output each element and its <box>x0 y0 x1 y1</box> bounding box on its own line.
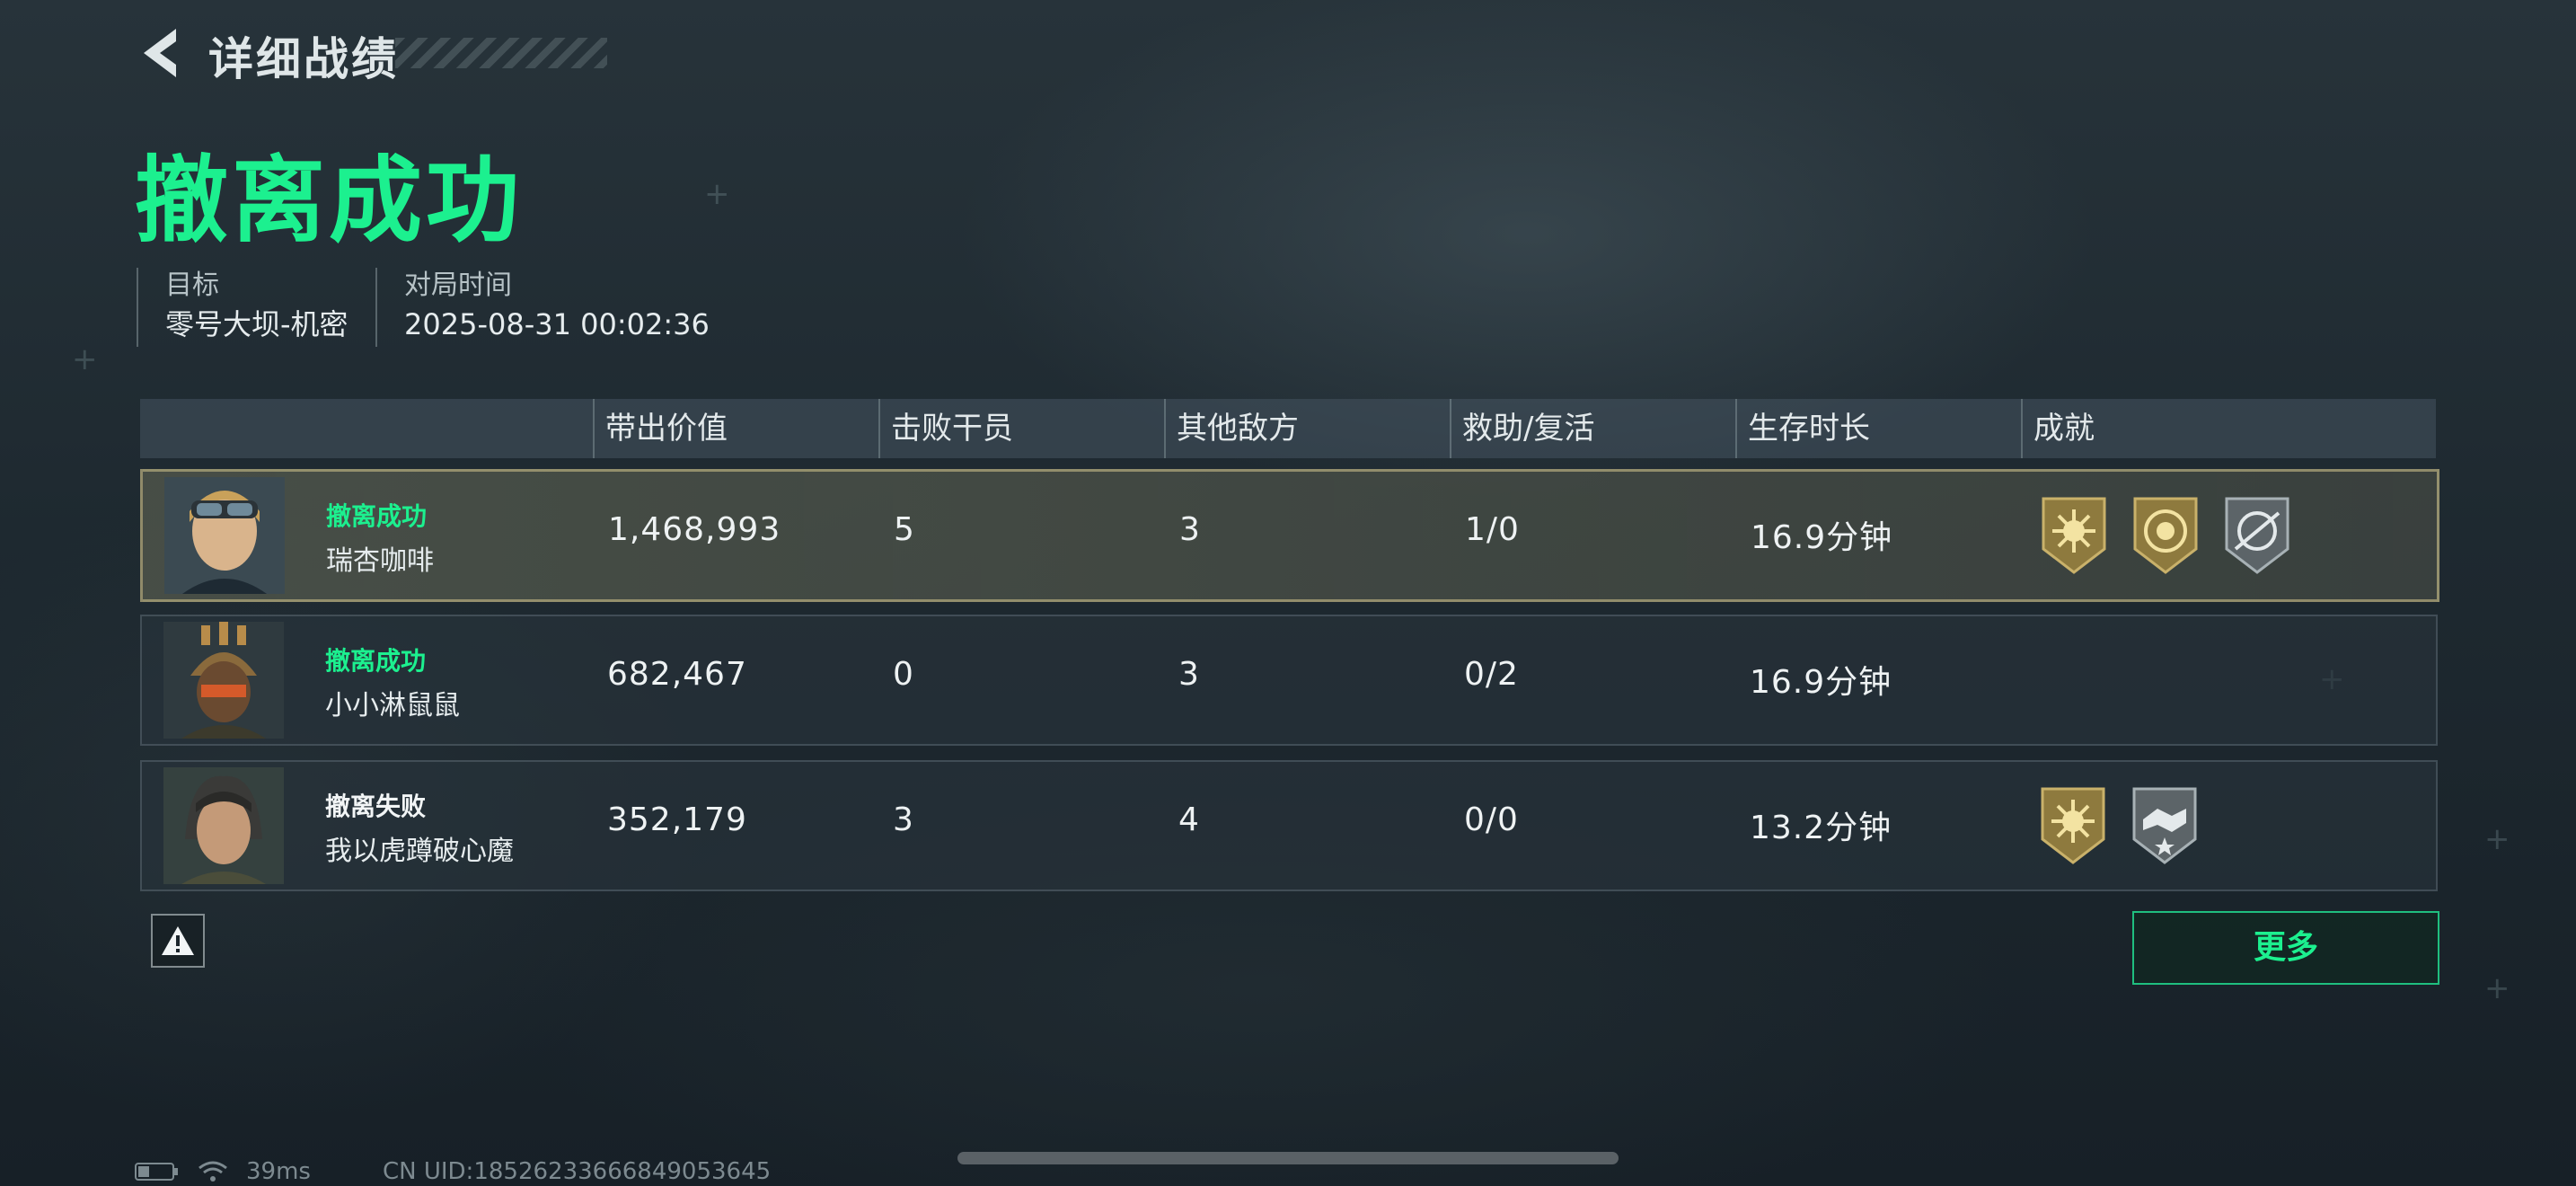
match-time-label: 对局时间 <box>404 270 512 301</box>
target-label: 目标 <box>165 270 219 301</box>
player-name: 瑞杏咖啡 <box>326 545 434 577</box>
survival-time: 16.9分钟 <box>1750 664 1892 701</box>
gold-sun-badge-icon[interactable] <box>2038 493 2110 576</box>
extracted-value: 1,468,993 <box>608 511 781 548</box>
status-bar: 39ms CN UID:1852623366684905364​5 <box>135 1157 771 1186</box>
assist-revive: 1/0 <box>1465 511 1520 548</box>
table-header: 带出价值 击败干员 其他敌方 救助/复活 生存时长 成就 <box>140 399 2436 458</box>
extraction-status: 撤离成功 <box>325 646 427 676</box>
avatar <box>164 477 285 594</box>
survival-time: 13.2分钟 <box>1750 810 1892 846</box>
crosshair-mark: + <box>704 176 730 212</box>
silver-handshake-badge-icon[interactable] <box>2129 783 2201 866</box>
more-button[interactable]: 更多 <box>2132 911 2439 985</box>
extraction-status: 撤离成功 <box>326 501 428 531</box>
kills-count: 0 <box>893 656 914 693</box>
target-value: 零号大坝-机密 <box>165 307 348 341</box>
table-row-player-1[interactable]: 撤离成功 瑞杏咖啡 1,468,993 5 3 1/0 16.9分钟 <box>140 469 2439 602</box>
crosshair-mark: + <box>2484 970 2510 1006</box>
assist-revive: 0/0 <box>1464 801 1519 838</box>
extraction-status: 撤离失败 <box>325 792 427 821</box>
match-time-value: 2025-08-31 00:02:36 <box>404 307 710 341</box>
chevron-left-icon <box>144 29 176 77</box>
achievement-badges <box>2038 493 2293 576</box>
other-enemies-count: 3 <box>1179 511 1201 548</box>
column-header-survival: 生存时长 <box>1735 399 1870 458</box>
survival-time: 16.9分钟 <box>1751 519 1893 556</box>
crosshair-mark: + <box>72 341 98 377</box>
extracted-value: 352,179 <box>607 801 747 838</box>
achievement-badges <box>2037 783 2201 866</box>
table-row-player-3[interactable]: 撤离失败 我以虎蹲破心魔 352,179 3 4 0/0 13.2分钟 <box>140 760 2438 891</box>
user-uid: CN UID:1852623366684905364​5 <box>382 1158 772 1185</box>
warning-icon <box>162 926 194 955</box>
avatar <box>163 767 284 884</box>
gold-emblem-badge-icon[interactable] <box>2130 493 2201 576</box>
wifi-icon <box>198 1161 227 1182</box>
report-button[interactable] <box>151 914 205 968</box>
extracted-value: 682,467 <box>607 656 747 693</box>
kills-count: 5 <box>894 511 915 548</box>
back-button[interactable] <box>135 25 187 81</box>
table-row-player-2[interactable]: 撤离成功 小小淋鼠鼠 682,467 0 3 0/2 16.9分钟 <box>140 615 2438 746</box>
column-header-assist: 救助/复活 <box>1450 399 1594 458</box>
result-title: 撤离成功 <box>135 146 524 255</box>
battery-icon <box>135 1163 178 1181</box>
column-header-value: 带出价值 <box>593 399 728 458</box>
column-header-achievements: 成就 <box>2021 399 2095 458</box>
assist-revive: 0/2 <box>1464 656 1519 693</box>
other-enemies-count: 4 <box>1178 801 1200 838</box>
column-header-other-enemies: 其他敌方 <box>1164 399 1299 458</box>
title-decoration <box>395 38 607 68</box>
target-info: 目标 零号大坝-机密 <box>137 268 348 347</box>
kills-count: 3 <box>893 801 914 838</box>
player-name: 小小淋鼠鼠 <box>325 690 460 721</box>
match-time-info: 对局时间 2025-08-31 00:02:36 <box>375 268 710 347</box>
other-enemies-count: 3 <box>1178 656 1200 693</box>
silver-target-badge-icon[interactable] <box>2221 493 2293 576</box>
page-title: 详细战绩 <box>208 33 399 85</box>
avatar <box>163 622 284 739</box>
player-name: 我以虎蹲破心魔 <box>325 836 514 867</box>
home-indicator[interactable] <box>957 1152 1619 1164</box>
column-header-kills: 击败干员 <box>878 399 1013 458</box>
crosshair-mark: + <box>2484 821 2510 857</box>
gold-sun-badge-icon[interactable] <box>2037 783 2109 866</box>
ping-value: 39ms <box>246 1158 311 1185</box>
